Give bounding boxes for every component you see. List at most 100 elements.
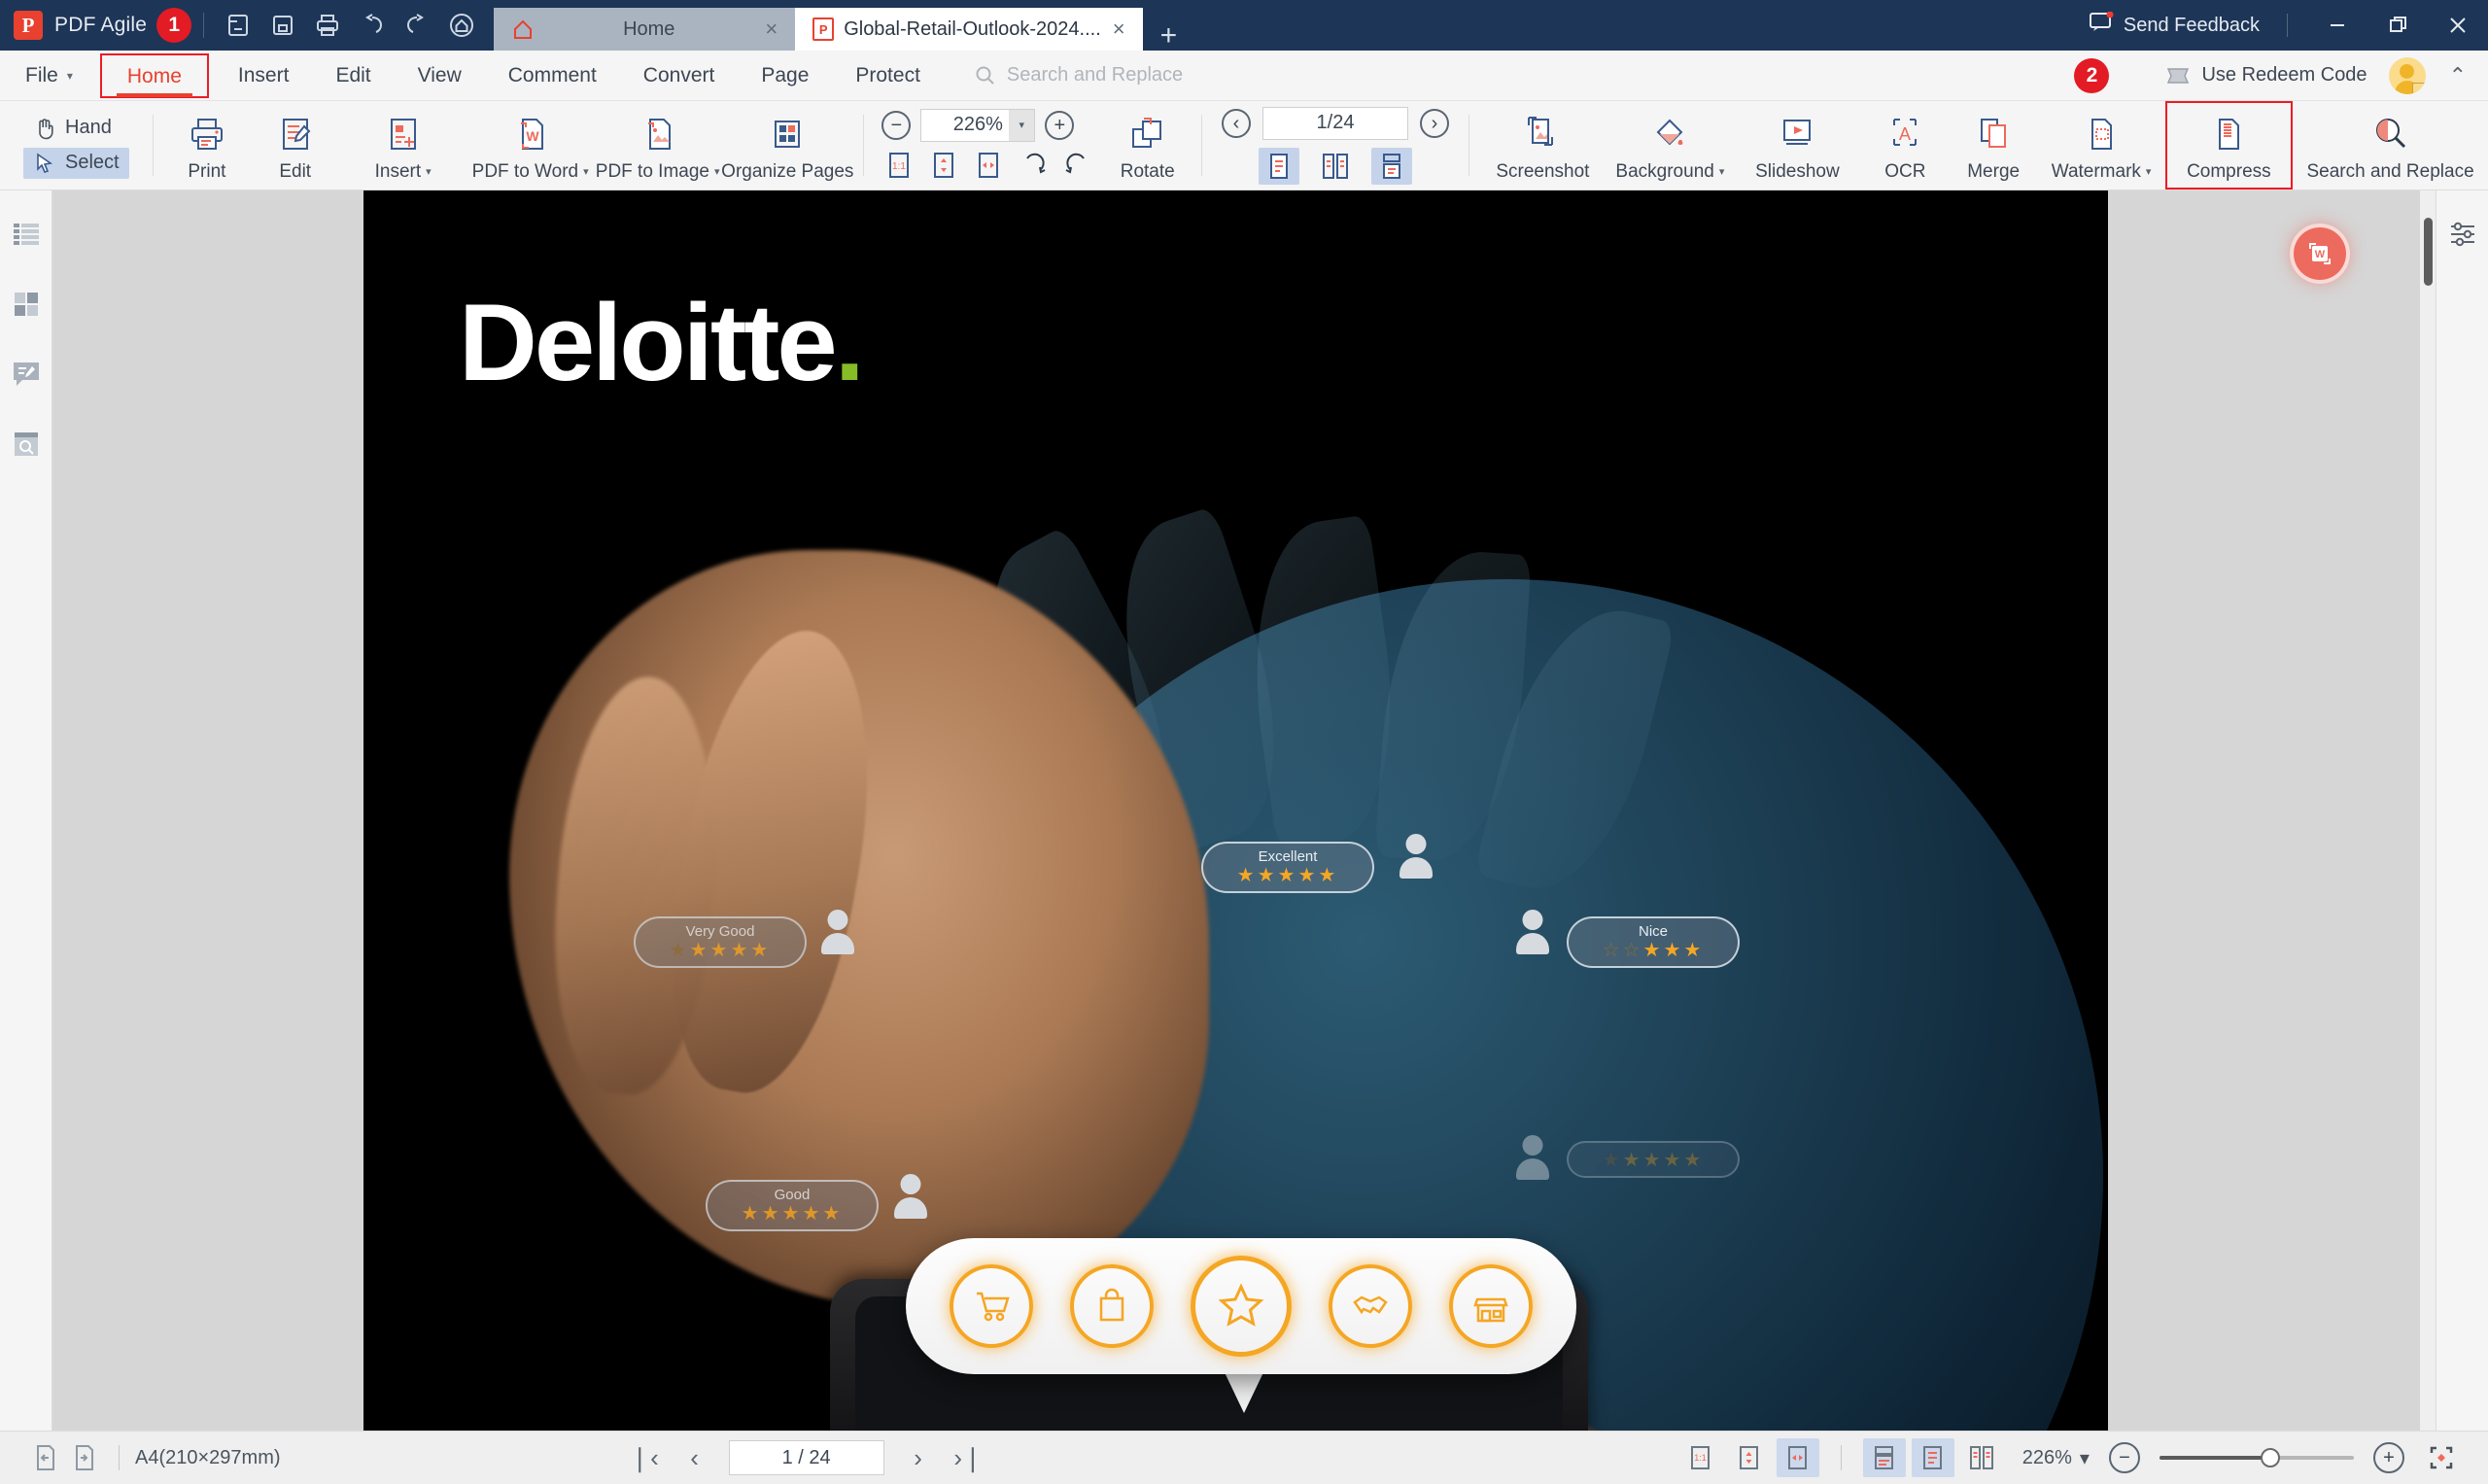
actual-size-icon[interactable]: 1:1 [881, 148, 916, 183]
rotate-button[interactable]: Rotate [1103, 101, 1192, 190]
home-highlight-box: Home [99, 52, 209, 98]
first-page-button[interactable]: ❘‹ [628, 1443, 661, 1473]
menu-item-protect[interactable]: Protect [832, 51, 944, 101]
merge-button[interactable]: Merge [1950, 101, 2038, 190]
window-minimize-button[interactable] [2307, 0, 2367, 51]
previous-page-button[interactable]: ‹ [678, 1443, 711, 1473]
scrolling-icon[interactable] [1862, 1438, 1906, 1477]
zoom-level-dropdown[interactable]: 226% ▾ [2022, 1446, 2090, 1470]
insert-icon [384, 113, 423, 155]
window-close-button[interactable] [2428, 0, 2488, 51]
menu-item-home[interactable]: Home [94, 51, 215, 101]
search-panel-icon[interactable] [8, 426, 45, 463]
rotate-left-icon[interactable] [1016, 148, 1051, 183]
zoom-out-button[interactable]: − [2108, 1442, 2140, 1473]
rating-stars: ★★★★★ [669, 940, 772, 961]
rotate-right-icon[interactable] [1060, 148, 1095, 183]
zoom-slider[interactable] [2159, 1448, 2354, 1467]
slideshow-button[interactable]: Slideshow [1734, 101, 1861, 190]
compress-button[interactable]: Compress [2164, 101, 2294, 190]
tab-close-icon[interactable]: × [763, 18, 779, 40]
menu-file[interactable]: File ▾ [0, 64, 94, 87]
menu-item-convert[interactable]: Convert [620, 51, 739, 101]
menu-item-comment[interactable]: Comment [485, 51, 620, 101]
window-maximize-button[interactable] [2367, 0, 2428, 51]
previous-page-button[interactable]: ‹ [1222, 108, 1251, 138]
document-viewer[interactable]: Deloitte. Very Good ★★★★★ Excellent ★★★★… [52, 190, 2436, 1431]
single-page-icon[interactable] [1259, 147, 1299, 185]
chevron-down-icon[interactable]: ▾ [1009, 109, 1035, 141]
pdf-page: Deloitte. Very Good ★★★★★ Excellent ★★★★… [363, 190, 2108, 1431]
divider [863, 115, 865, 176]
menu-item-edit[interactable]: Edit [312, 51, 394, 101]
home-circle-icon[interactable] [439, 6, 484, 45]
screenshot-button[interactable]: Screenshot [1479, 101, 1607, 190]
handshake-icon [1329, 1264, 1412, 1348]
watermark-button[interactable]: Watermark ▾ [2038, 101, 2165, 190]
collapse-ribbon-button[interactable]: ⌃ [2449, 63, 2467, 88]
next-page-button[interactable]: › [902, 1443, 935, 1473]
convert-to-word-floating-button[interactable]: W [2290, 224, 2350, 284]
print-button[interactable]: Print [162, 101, 251, 190]
search-and-replace-input[interactable]: Search and Replace [975, 64, 1183, 86]
search-and-replace-button[interactable]: Search and Replace [2293, 101, 2488, 190]
actual-size-icon[interactable]: 1:1 [1679, 1438, 1722, 1477]
fit-width-icon[interactable] [971, 148, 1006, 183]
vertical-scrollbar[interactable] [2420, 190, 2436, 1431]
select-tool-button[interactable]: Select [23, 147, 129, 179]
use-redeem-code-button[interactable]: Use Redeem Code [2165, 64, 2367, 86]
pdf-to-word-button[interactable]: W PDF to Word ▾ [466, 101, 594, 190]
avatar[interactable] [2388, 56, 2426, 94]
scrollbar-thumb[interactable] [2424, 218, 2433, 286]
insert-button[interactable]: Insert ▾ [339, 101, 466, 190]
save-icon[interactable] [260, 6, 305, 45]
comments-icon[interactable] [8, 356, 45, 393]
menu-item-page[interactable]: Page [738, 51, 832, 101]
organize-pages-button[interactable]: Organize Pages [721, 101, 853, 190]
tab-document[interactable]: P Global-Retail-Outlook-2024.... × [795, 8, 1143, 51]
previous-page-icon[interactable] [25, 1438, 64, 1477]
zoom-slider-knob[interactable] [2260, 1448, 2280, 1467]
menubar-right-group: 2 Use Redeem Code ⌃ [2064, 56, 2488, 94]
menu-item-view[interactable]: View [395, 51, 485, 101]
two-page-icon[interactable] [1315, 148, 1356, 185]
print-icon[interactable] [305, 6, 350, 45]
edit-button[interactable]: Edit [251, 101, 339, 190]
send-feedback-button[interactable]: Send Feedback [2081, 11, 2267, 39]
fit-page-icon[interactable] [926, 148, 961, 183]
hand-tool-button[interactable]: Hand [23, 113, 129, 144]
pages-grid-icon[interactable] [8, 286, 45, 323]
chevron-down-icon: ▾ [2145, 166, 2152, 178]
fit-page-icon[interactable] [1728, 1438, 1771, 1477]
ocr-button[interactable]: A OCR [1861, 101, 1950, 190]
svg-text:1:1: 1:1 [892, 161, 906, 172]
single-page-icon[interactable] [1911, 1438, 1954, 1477]
new-tab-button[interactable]: + [1143, 21, 1195, 51]
page-number-input[interactable]: 1/24 [1262, 106, 1408, 140]
fit-width-icon[interactable] [1776, 1438, 1819, 1477]
fullscreen-icon[interactable] [2420, 1438, 2463, 1477]
zoom-out-button[interactable]: − [881, 110, 912, 140]
tab-home[interactable]: Home × [494, 8, 796, 51]
menu-item-insert[interactable]: Insert [215, 51, 313, 101]
button-label: Screenshot [1496, 160, 1590, 182]
page-number-input[interactable]: 1 / 24 [728, 1440, 884, 1475]
page-navigation-controls: ❘‹ ‹ 1 / 24 › ›❘ [628, 1440, 985, 1475]
undo-icon[interactable] [350, 6, 395, 45]
reviewer-avatar-icon [820, 910, 855, 954]
zoom-in-button[interactable]: + [2372, 1442, 2404, 1473]
zoom-in-button[interactable]: + [1045, 110, 1075, 140]
open-file-icon[interactable] [216, 6, 260, 45]
last-page-button[interactable]: ›❘ [952, 1443, 985, 1473]
two-page-icon[interactable] [1960, 1438, 2003, 1477]
pdf-to-image-button[interactable]: PDF to Image ▾ [594, 101, 721, 190]
redo-icon[interactable] [395, 6, 439, 45]
next-page-icon[interactable] [64, 1438, 103, 1477]
tab-close-icon[interactable]: × [1111, 18, 1127, 40]
scrolling-icon[interactable] [1371, 147, 1412, 185]
zoom-level-input[interactable]: 226% ▾ [920, 108, 1036, 142]
next-page-button[interactable]: › [1420, 108, 1449, 138]
properties-sliders-icon[interactable] [2444, 216, 2481, 253]
thumbnails-icon[interactable] [8, 216, 45, 253]
background-button[interactable]: Background ▾ [1607, 101, 1734, 190]
